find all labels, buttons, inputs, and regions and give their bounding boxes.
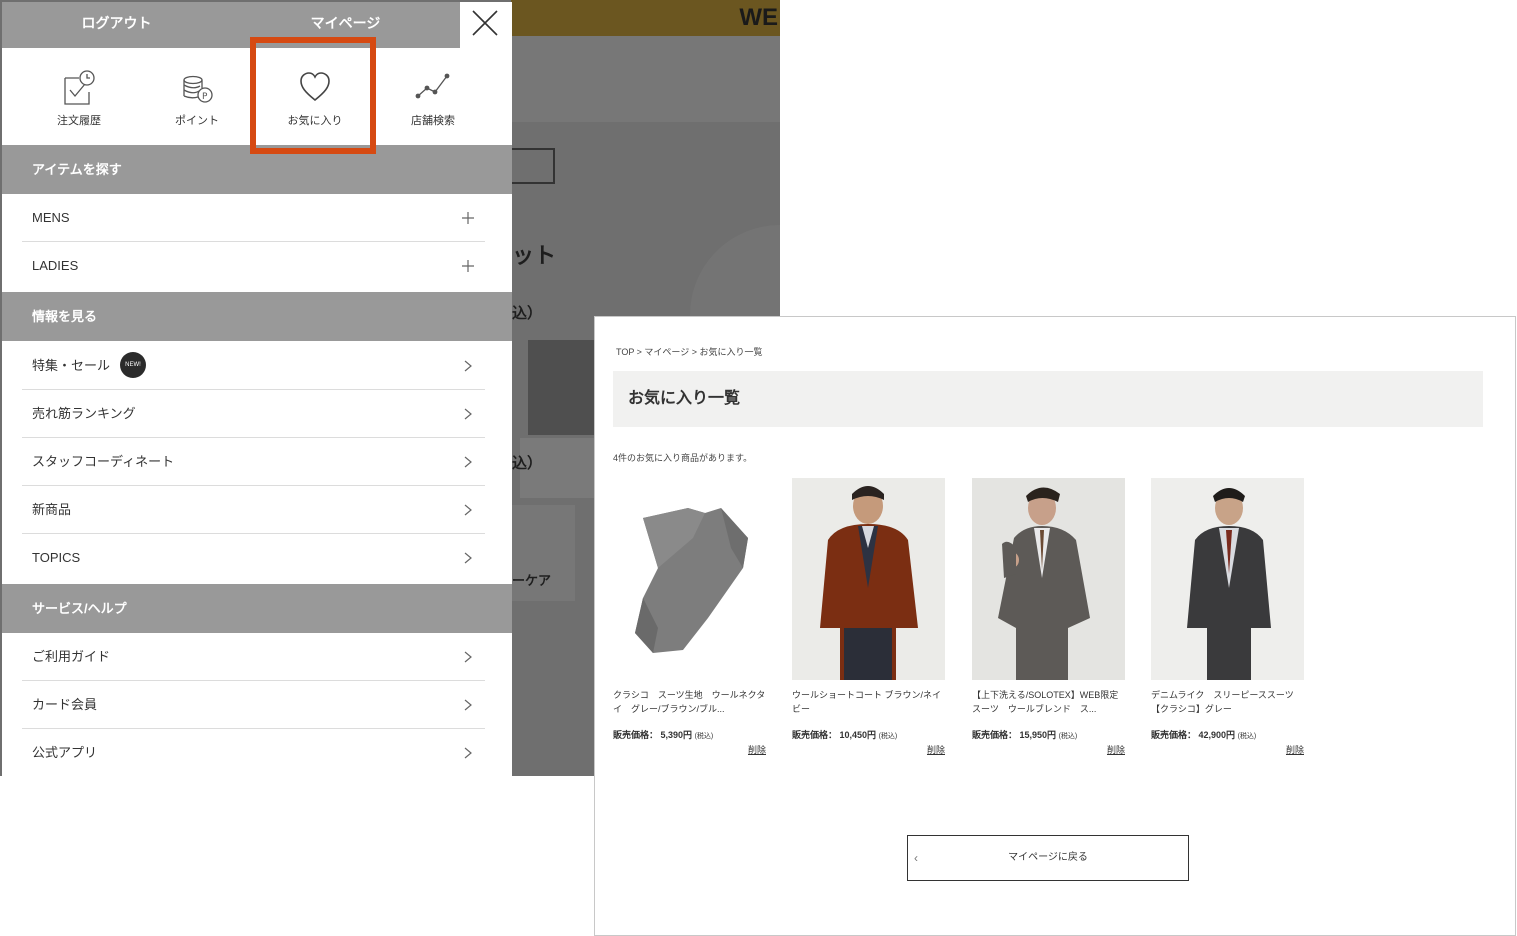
product-price: 販売価格： 15,950円 (税込) bbox=[972, 728, 1125, 741]
background-image bbox=[528, 340, 598, 435]
favorites-count-text: 4件のお気に入り商品があります。 bbox=[613, 453, 753, 463]
svg-text:P: P bbox=[202, 92, 208, 102]
tax-label: (税込) bbox=[1058, 733, 1078, 740]
chevron-right-icon bbox=[461, 681, 475, 729]
page-title: お気に入り一覧 bbox=[628, 390, 741, 407]
menu-item-official-app[interactable]: 公式アプリ bbox=[22, 729, 485, 777]
quick-menu-points[interactable]: P ポイント bbox=[138, 48, 256, 145]
store-search-icon bbox=[415, 73, 450, 99]
price-label: 販売価格： bbox=[792, 730, 838, 740]
delete-link[interactable]: 削除 bbox=[972, 743, 1125, 756]
section-header-info: 情報を見る bbox=[2, 292, 512, 341]
menu-item-label: TOPICS bbox=[32, 550, 81, 565]
delete-link[interactable]: 削除 bbox=[792, 743, 945, 756]
product-image-three-piece-suit[interactable] bbox=[1151, 478, 1304, 680]
chevron-right-icon bbox=[461, 729, 475, 777]
chevron-right-icon bbox=[461, 438, 475, 486]
menu-item-ladies[interactable]: LADIES bbox=[22, 242, 485, 290]
close-icon bbox=[472, 10, 498, 36]
chevron-right-icon bbox=[461, 342, 475, 390]
menu-item-label: ご利用ガイド bbox=[32, 649, 111, 664]
product-price: 販売価格： 42,900円 (税込) bbox=[1151, 728, 1304, 741]
menu-item-mens[interactable]: MENS bbox=[22, 194, 485, 242]
menu-item-new-products[interactable]: 新商品 bbox=[22, 486, 485, 534]
favorites-highlight-annotation bbox=[250, 37, 376, 154]
tax-label: (税込) bbox=[878, 733, 898, 740]
quick-menu-order-history[interactable]: 注文履歴 bbox=[20, 48, 138, 145]
menu-item-topics[interactable]: TOPICS bbox=[22, 534, 485, 582]
price-value: 15,950円 bbox=[1019, 730, 1057, 740]
menu-item-ranking[interactable]: 売れ筋ランキング bbox=[22, 390, 485, 438]
menu-item-label: 新商品 bbox=[32, 502, 72, 517]
breadcrumb: TOP > マイページ > お気に入り一覧 bbox=[616, 347, 763, 357]
chevron-right-icon bbox=[461, 534, 475, 582]
background-banner-text: WE bbox=[739, 4, 778, 31]
price-label: 販売価格： bbox=[1151, 730, 1197, 740]
delete-link[interactable]: 削除 bbox=[613, 743, 766, 756]
menu-item-label: 売れ筋ランキング bbox=[32, 406, 136, 421]
quick-menu-label: 店舗検索 bbox=[411, 115, 455, 127]
back-to-mypage-button[interactable]: ‹ マイページに戻る bbox=[907, 835, 1189, 881]
chevron-right-icon bbox=[461, 633, 475, 681]
chevron-right-icon bbox=[461, 390, 475, 438]
product-name[interactable]: 【上下洗える/SOLOTEX】WEB限定スーツ ウールブレンド ス... bbox=[972, 688, 1125, 716]
product-image-coat[interactable] bbox=[792, 478, 945, 680]
plus-icon bbox=[461, 242, 475, 290]
price-value: 10,450円 bbox=[839, 730, 877, 740]
back-button-label: マイページに戻る bbox=[1008, 852, 1088, 863]
product-name[interactable]: クラシコ スーツ生地 ウールネクタイ グレー/ブラウン/ブル... bbox=[613, 688, 766, 716]
product-image-tie[interactable] bbox=[613, 478, 766, 680]
chevron-right-icon bbox=[461, 486, 475, 534]
price-value: 5,390円 bbox=[660, 730, 693, 740]
close-button[interactable] bbox=[460, 2, 512, 48]
points-icon: P bbox=[183, 75, 213, 103]
product-card: ウールショートコート ブラウン/ネイビー 販売価格： 10,450円 (税込) … bbox=[792, 478, 945, 756]
background-banner: WE bbox=[511, 0, 780, 36]
product-card: デニムライク スリーピーススーツ【クラシコ】グレー 販売価格： 42,900円 … bbox=[1151, 478, 1304, 756]
drawer-header: ログアウト マイページ bbox=[2, 2, 460, 48]
product-price: 販売価格： 5,390円 (税込) bbox=[613, 728, 766, 741]
menu-item-label: スタッフコーディネート bbox=[32, 454, 175, 469]
menu-item-label: カード会員 bbox=[32, 697, 98, 712]
tax-label: (税込) bbox=[1237, 733, 1257, 740]
menu-item-guide[interactable]: ご利用ガイド bbox=[22, 633, 485, 681]
order-history-icon bbox=[64, 70, 95, 105]
plus-icon bbox=[461, 194, 475, 242]
product-name[interactable]: ウールショートコート ブラウン/ネイビー bbox=[792, 688, 945, 716]
delete-link[interactable]: 削除 bbox=[1151, 743, 1304, 756]
background-price-fragment: 込） bbox=[512, 305, 543, 322]
page-title-bar: お気に入り一覧 bbox=[613, 371, 1483, 427]
price-value: 42,900円 bbox=[1198, 730, 1236, 740]
background-price-fragment: 込） bbox=[512, 455, 543, 472]
favorites-page: TOP > マイページ > お気に入り一覧 お気に入り一覧 4件のお気に入り商品… bbox=[594, 316, 1516, 936]
new-badge: NEW! bbox=[120, 351, 147, 378]
background-search-box bbox=[505, 148, 555, 184]
product-card: 【上下洗える/SOLOTEX】WEB限定スーツ ウールブレンド ス... 販売価… bbox=[972, 478, 1125, 756]
product-price: 販売価格： 10,450円 (税込) bbox=[792, 728, 945, 741]
price-label: 販売価格： bbox=[613, 730, 659, 740]
menu-item-card-member[interactable]: カード会員 bbox=[22, 681, 485, 729]
quick-menu-store-search[interactable]: 店舗検索 bbox=[374, 48, 492, 145]
menu-item-label: 公式アプリ bbox=[32, 745, 98, 760]
section-header-service-help: サービス/ヘルプ bbox=[2, 584, 512, 633]
menu-item-label: LADIES bbox=[32, 258, 79, 273]
quick-menu-label: 注文履歴 bbox=[57, 115, 101, 127]
background-band bbox=[511, 36, 780, 122]
quick-menu-label: ポイント bbox=[175, 115, 219, 127]
background-card-fragment: ーケア bbox=[512, 573, 552, 588]
chevron-left-icon: ‹ bbox=[914, 851, 918, 865]
tax-label: (税込) bbox=[694, 733, 714, 740]
menu-item-staff-coordinate[interactable]: スタッフコーディネート bbox=[22, 438, 485, 486]
logout-link[interactable]: ログアウト bbox=[2, 2, 231, 48]
background-heading-fragment: ット bbox=[512, 243, 557, 268]
menu-item-label: 特集・セール bbox=[32, 358, 111, 373]
product-image-suit[interactable] bbox=[972, 478, 1125, 680]
product-card: クラシコ スーツ生地 ウールネクタイ グレー/ブラウン/ブル... 販売価格： … bbox=[613, 478, 766, 756]
product-name[interactable]: デニムライク スリーピーススーツ【クラシコ】グレー bbox=[1151, 688, 1304, 716]
menu-item-label: MENS bbox=[32, 210, 70, 225]
price-label: 販売価格： bbox=[972, 730, 1018, 740]
menu-item-features-sale[interactable]: 特集・セール NEW! bbox=[22, 342, 485, 390]
